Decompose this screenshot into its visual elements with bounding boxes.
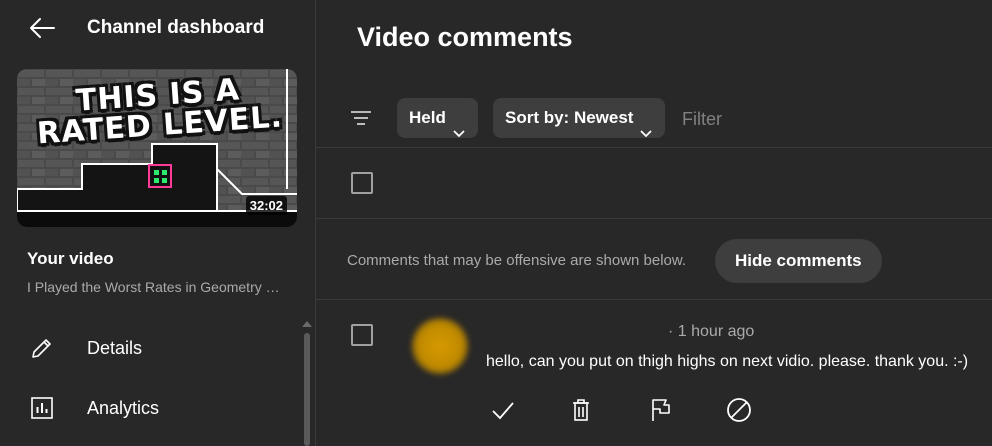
comment-checkbox[interactable] [351,324,373,346]
select-all-checkbox[interactable] [351,172,373,194]
analytics-icon [30,396,54,420]
block-icon[interactable] [726,397,752,423]
pencil-icon [30,336,54,360]
flag-icon[interactable] [648,397,674,423]
approve-check-icon[interactable] [490,397,516,423]
chevron-down-icon [452,114,466,137]
held-filter-chip[interactable]: Held [397,98,478,138]
sidebar-title: Channel dashboard [87,17,265,38]
sidebar: Channel dashboard THIS IS A RATED LEVEL.… [0,0,316,446]
chevron-down-icon [639,114,653,137]
filter-list-icon[interactable] [349,106,373,130]
back-arrow-icon[interactable] [28,16,56,40]
trash-icon[interactable] [568,397,594,423]
sidebar-item-label: Details [87,338,143,358]
divider [316,218,992,219]
page-title: Video comments [357,22,573,52]
comment-text: hello, can you put on thigh highs on nex… [486,353,969,370]
sidebar-item-label: Analytics [87,398,160,418]
chip-label: Sort by: Newest [505,108,634,127]
video-duration: 32:02 [245,196,287,215]
comment-timestamp: · 1 hour ago [668,323,755,340]
sort-by-chip[interactable]: Sort by: Newest [493,98,666,138]
chip-label: Held [409,108,446,127]
divider [316,147,992,148]
scroll-up-arrow[interactable] [302,321,312,327]
avatar[interactable] [412,318,468,374]
sidebar-item-analytics[interactable]: Analytics [0,386,300,430]
sidebar-item-details[interactable]: Details [0,326,300,370]
offensive-notice: Comments that may be offensive are shown… [347,252,687,269]
hide-comments-button[interactable]: Hide comments [715,239,882,283]
sidebar-header: Channel dashboard [0,0,315,56]
video-title[interactable]: I Played the Worst Rates in Geometry Das… [27,279,289,295]
divider [316,299,992,300]
your-video-label: Your video [27,249,114,268]
video-thumbnail[interactable]: THIS IS A RATED LEVEL. 32:02 [17,69,297,227]
filter-input[interactable] [680,104,984,134]
sidebar-scrollbar[interactable] [304,333,310,446]
main-panel: Video comments Held Sort by: Newest Comm… [316,0,992,446]
